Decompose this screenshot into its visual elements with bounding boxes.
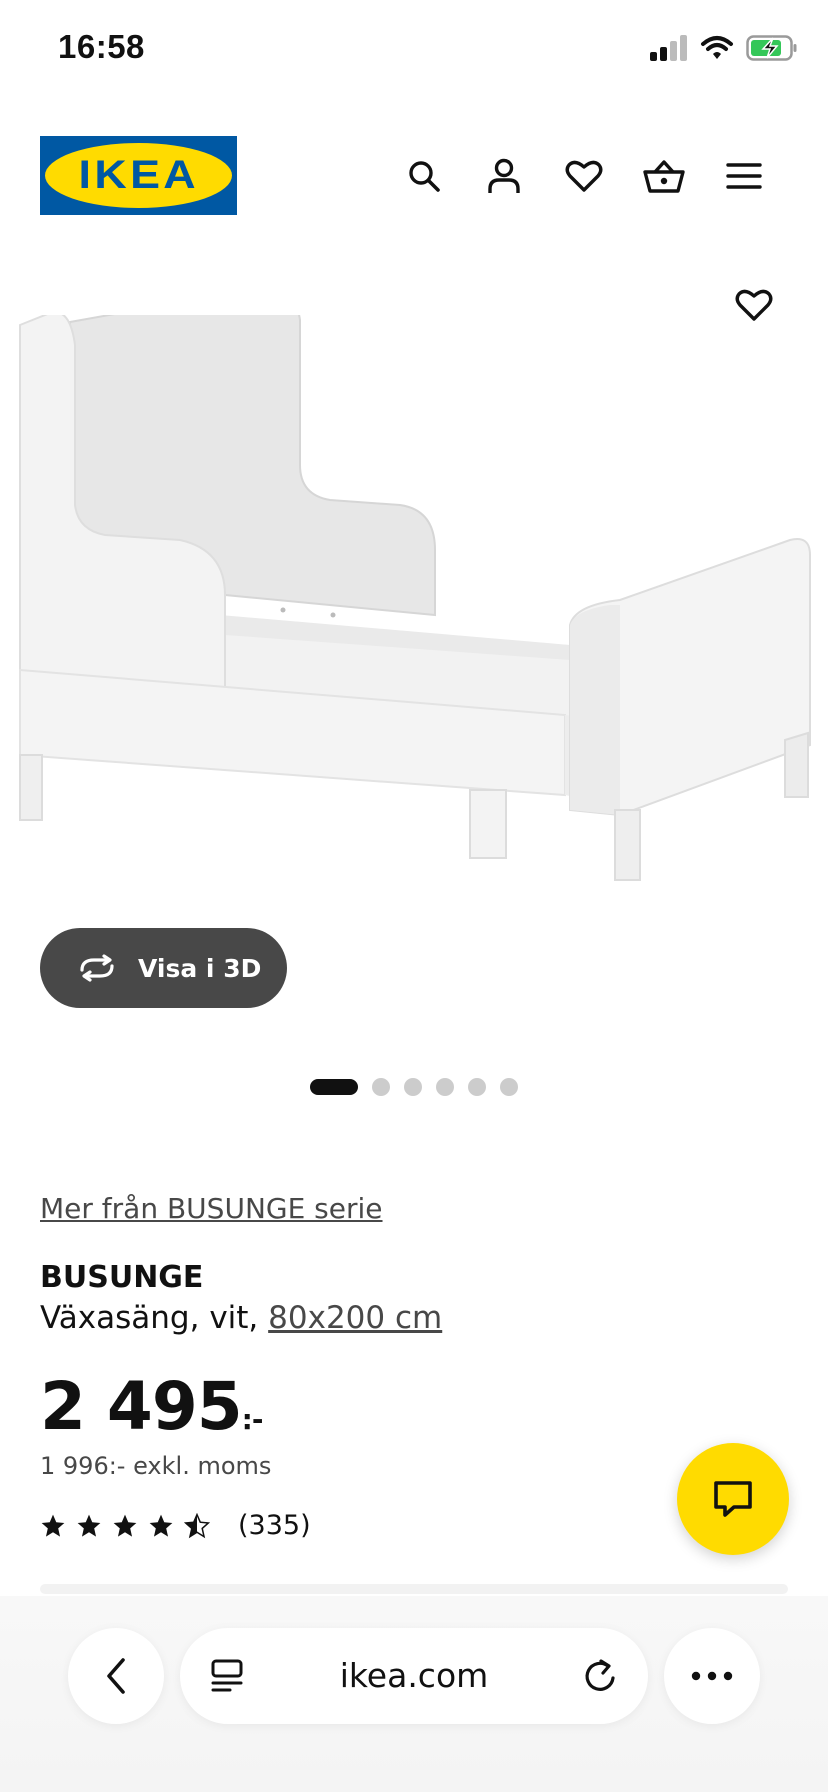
- back-button[interactable]: [68, 1628, 164, 1724]
- logo-ellipse: IKEA: [45, 143, 232, 208]
- carousel-dot-6[interactable]: [500, 1078, 518, 1096]
- star-icon: [77, 1514, 101, 1537]
- view-in-3d-button[interactable]: Visa i 3D: [40, 928, 287, 1008]
- view-in-3d-label: Visa i 3D: [138, 953, 262, 983]
- product-type: Växasäng, vit,: [40, 1300, 259, 1336]
- image-carousel-indicator: [310, 1078, 518, 1096]
- star-icon: [41, 1514, 65, 1537]
- search-button[interactable]: [384, 150, 464, 202]
- search-icon: [409, 161, 440, 192]
- price-main: 2 495: [40, 1368, 243, 1445]
- rating-stars: [40, 1512, 210, 1539]
- url-text[interactable]: ikea.com: [180, 1656, 648, 1695]
- series-link[interactable]: Mer från BUSUNGE serie: [40, 1192, 383, 1225]
- carousel-dot-2[interactable]: [372, 1078, 390, 1096]
- menu-icon: [726, 163, 762, 189]
- account-icon: [488, 158, 520, 193]
- product-price: 2 495:-: [40, 1368, 263, 1445]
- product-name: BUSUNGE: [40, 1260, 204, 1295]
- more-options-icon: [691, 1671, 733, 1681]
- product-gallery[interactable]: [0, 255, 828, 975]
- carousel-dot-5[interactable]: [468, 1078, 486, 1096]
- size-link[interactable]: 80x200 cm: [268, 1300, 442, 1336]
- review-count: (335): [238, 1510, 311, 1541]
- half-star-icon: [184, 1512, 210, 1538]
- battery-charging-icon: [746, 35, 797, 61]
- star-icon: [113, 1514, 137, 1537]
- status-bar: 16:58: [0, 0, 828, 100]
- site-header: IKEA: [0, 136, 828, 216]
- address-bar[interactable]: ikea.com: [180, 1628, 648, 1724]
- ikea-logo[interactable]: IKEA: [40, 136, 237, 215]
- price-excl-vat: 1 996:- exkl. moms: [40, 1452, 272, 1480]
- logo-text: IKEA: [78, 153, 199, 197]
- header-actions: [384, 150, 784, 202]
- account-button[interactable]: [464, 150, 544, 202]
- section-divider: [40, 1584, 788, 1594]
- reload-icon[interactable]: [582, 1656, 618, 1696]
- favourites-button[interactable]: [544, 150, 624, 202]
- status-time: 16:58: [58, 28, 145, 65]
- product-description: Växasäng, vit, 80x200 cm: [40, 1300, 442, 1336]
- basket-button[interactable]: [624, 150, 704, 202]
- price-suffix: :-: [241, 1403, 264, 1436]
- star-icon: [149, 1514, 173, 1537]
- rotate-3d-icon: [80, 954, 114, 982]
- status-icons: [648, 34, 798, 62]
- chevron-left-icon: [107, 1658, 125, 1694]
- more-options-button[interactable]: [664, 1628, 760, 1724]
- cellular-signal-icon: [650, 35, 687, 61]
- chat-button[interactable]: [677, 1443, 789, 1555]
- carousel-dot-1[interactable]: [310, 1079, 358, 1095]
- heart-icon: [565, 160, 603, 192]
- carousel-dot-3[interactable]: [404, 1078, 422, 1096]
- carousel-dot-4[interactable]: [436, 1078, 454, 1096]
- basket-icon: [643, 160, 685, 193]
- chat-icon: [714, 1481, 752, 1517]
- menu-button[interactable]: [704, 150, 784, 202]
- wifi-icon: [701, 36, 733, 59]
- product-image: [19, 315, 811, 881]
- browser-toolbar: ikea.com: [0, 1596, 828, 1792]
- product-rating[interactable]: (335): [40, 1510, 311, 1541]
